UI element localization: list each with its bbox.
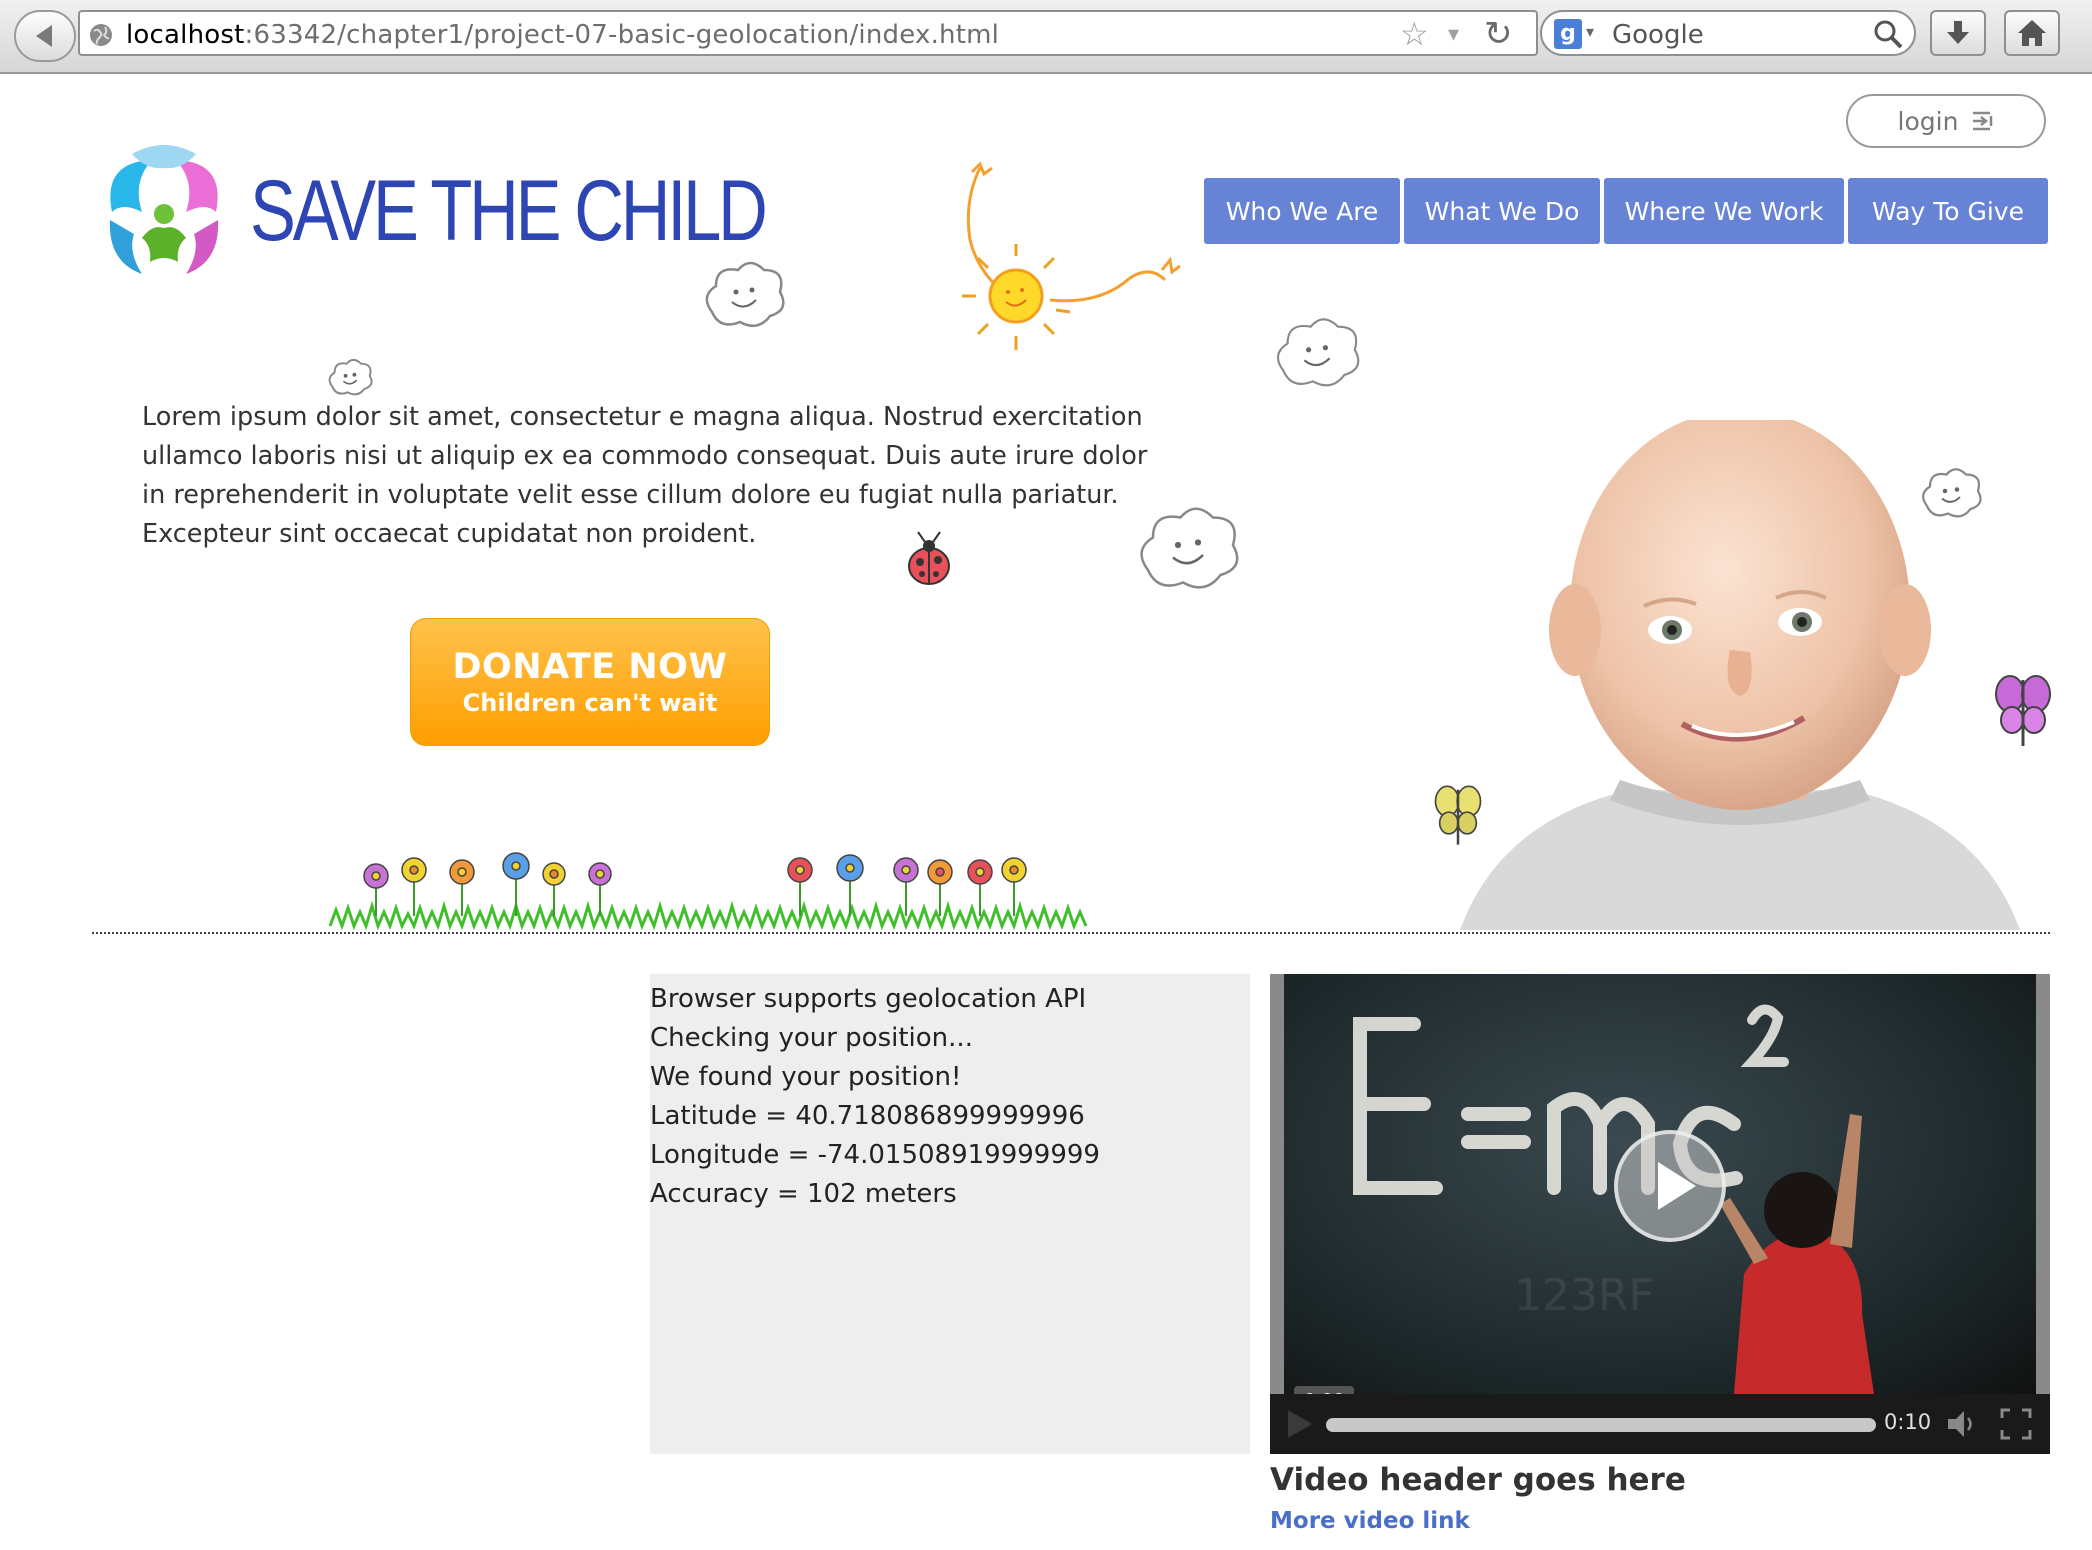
donate-subtitle: Children can't wait (462, 689, 718, 717)
video-poster[interactable]: 123RF (1284, 974, 2036, 1394)
cloud-doodle-icon (1277, 318, 1360, 387)
login-label: login (1897, 106, 1959, 136)
donate-title: DONATE NOW (452, 647, 728, 687)
star-icon[interactable]: ☆ (1400, 18, 1429, 50)
address-bar[interactable]: localhost:63342/chapter1/project-07-basi… (78, 10, 1538, 56)
seek-bar[interactable] (1326, 1418, 1876, 1432)
search-engine-label: Google (1612, 20, 1704, 50)
geolocation-panel: Browser supports geolocation API Checkin… (650, 974, 1250, 1454)
magnifier-icon[interactable] (1872, 18, 1904, 50)
browser-toolbar: localhost:63342/chapter1/project-07-basi… (0, 0, 2092, 74)
flowers-grass-doodle-icon (328, 852, 1088, 930)
cloud-doodle-icon (705, 261, 785, 328)
google-icon[interactable]: g (1554, 19, 1582, 49)
duration-label: 0:10 (1884, 1410, 1932, 1434)
logo-mark-icon (109, 145, 219, 274)
video-border-right (2036, 974, 2050, 1394)
history-dropdown-icon[interactable]: ▾ (1448, 22, 1459, 47)
play-icon (1658, 1162, 1696, 1210)
child-photo (1460, 420, 2020, 930)
svg-text:123RF: 123RF (1514, 1270, 1654, 1321)
section-divider (92, 932, 2050, 934)
home-button[interactable] (2004, 10, 2060, 56)
video-border-left (1270, 974, 1284, 1394)
geo-status-support: Browser supports geolocation API (650, 984, 1087, 1014)
globe-icon (90, 24, 112, 46)
login-button[interactable]: login (1846, 94, 2046, 148)
download-icon (1947, 21, 1969, 44)
url-host: localhost (126, 20, 245, 50)
reload-icon[interactable]: ↻ (1484, 14, 1513, 54)
nav-who-we-are[interactable]: Who We Are (1204, 178, 1400, 244)
nav-what-we-do[interactable]: What We Do (1404, 178, 1600, 244)
geo-status-found: We found your position! (650, 1062, 962, 1092)
back-arrow-icon (36, 25, 52, 47)
geo-longitude: Longitude = -74.01508919999999 (650, 1140, 1100, 1170)
geo-status-checking: Checking your position... (650, 1023, 973, 1053)
volume-icon[interactable] (1946, 1408, 1980, 1440)
home-icon (2018, 20, 2046, 46)
cloud-doodle-icon (328, 358, 373, 396)
url-text[interactable]: localhost:63342/chapter1/project-07-basi… (126, 20, 999, 50)
logo[interactable]: SAVE THE CHILD (92, 142, 768, 282)
fullscreen-icon[interactable] (2000, 1408, 2032, 1440)
engine-dropdown-icon[interactable]: ▾ (1586, 22, 1594, 41)
geo-latitude: Latitude = 40.718086899999996 (650, 1101, 1085, 1131)
nav-where-we-work[interactable]: Where We Work (1604, 178, 1844, 244)
video-player[interactable]: 123RF 0:00 0:10 (1270, 974, 2050, 1454)
url-path: :63342/chapter1/project-07-basic-geoloca… (244, 20, 1000, 50)
sun-doodle-icon (962, 161, 1181, 350)
intro-text: Lorem ipsum dolor sit amet, consectetur … (142, 402, 1148, 549)
login-icon (1973, 111, 1993, 131)
video-header: Video header goes here (1270, 1462, 1686, 1498)
download-button[interactable] (1930, 10, 1986, 56)
main-nav: Who We Are What We Do Where We Work Way … (1204, 178, 2048, 244)
logo-text: SAVE THE CHILD (250, 163, 768, 259)
search-bar[interactable]: g ▾ Google (1540, 10, 1916, 56)
nav-way-to-give[interactable]: Way To Give (1848, 178, 2048, 244)
play-overlay-button[interactable] (1614, 1130, 1726, 1242)
back-button[interactable] (14, 10, 76, 62)
play-icon[interactable] (1284, 1408, 1314, 1440)
more-video-link[interactable]: More video link (1270, 1508, 1470, 1534)
donate-button[interactable]: DONATE NOW Children can't wait (410, 618, 770, 746)
video-controls: 0:10 (1270, 1394, 2050, 1454)
geo-accuracy: Accuracy = 102 meters (650, 1179, 957, 1209)
